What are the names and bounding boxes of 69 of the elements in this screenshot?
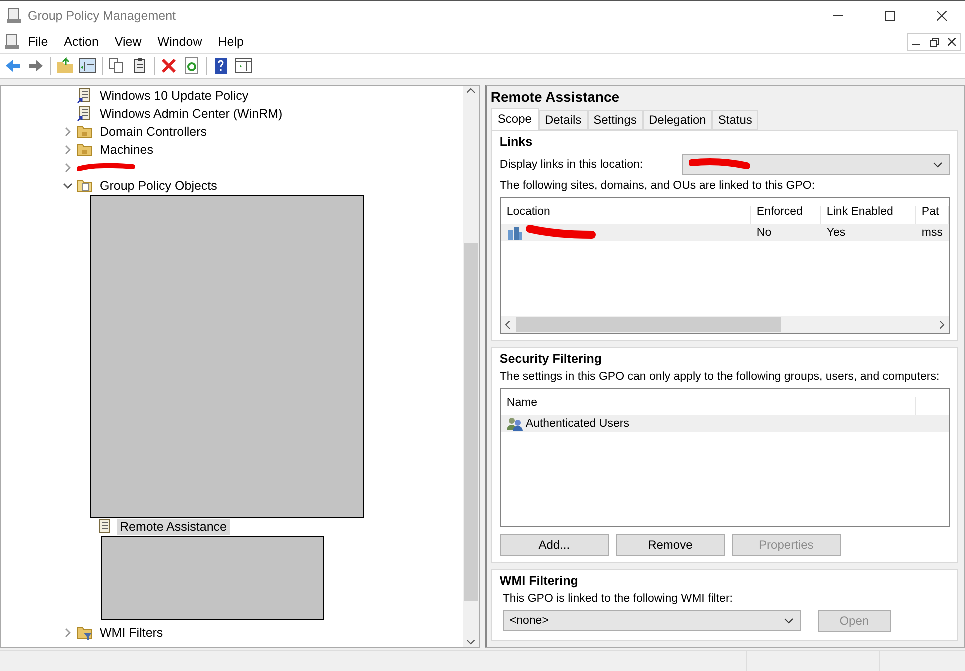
tab[interactable]: Details bbox=[538, 110, 588, 130]
wmi-filter-dropdown[interactable]: <none> bbox=[502, 610, 801, 631]
action-pane-icon[interactable] bbox=[235, 57, 253, 75]
vertical-scrollbar[interactable] bbox=[462, 86, 479, 647]
maximize-icon bbox=[885, 11, 895, 21]
section-heading: Security Filtering bbox=[500, 352, 604, 366]
close-icon bbox=[948, 38, 956, 46]
description-text: The settings in this GPO can only apply to the following groups, users, and computers: bbox=[500, 371, 941, 383]
tab[interactable]: Delegation bbox=[642, 110, 712, 130]
folder-icon bbox=[77, 142, 93, 158]
app-icon bbox=[4, 34, 20, 50]
action-button[interactable]: Add... bbox=[500, 534, 609, 556]
dropdown-caret-icon bbox=[784, 618, 794, 624]
window-title: Group Policy Management bbox=[28, 9, 177, 23]
forward-arrow-icon[interactable] bbox=[27, 57, 45, 75]
section-heading: Links bbox=[500, 135, 534, 149]
app-icon bbox=[6, 8, 22, 24]
scroll-document-icon bbox=[77, 106, 93, 122]
tree-item[interactable]: Domain Controllers bbox=[97, 124, 210, 140]
folder-icon bbox=[77, 124, 93, 140]
table-cell-text: No bbox=[756, 226, 773, 238]
menu-item[interactable]: Action bbox=[56, 35, 107, 49]
tab[interactable]: Scope bbox=[490, 108, 539, 130]
action-button[interactable]: Remove bbox=[616, 534, 725, 556]
description-text: This GPO is linked to the following WMI filter: bbox=[502, 593, 734, 605]
delete-x-icon[interactable] bbox=[160, 57, 178, 75]
section-heading: WMI Filtering bbox=[500, 574, 580, 588]
redaction-scribble bbox=[77, 163, 135, 173]
restore-icon bbox=[930, 38, 938, 46]
scroll-up-icon[interactable] bbox=[466, 88, 475, 93]
menu-item[interactable]: File bbox=[20, 35, 56, 49]
tree-item[interactable]: Machines bbox=[97, 142, 156, 158]
tree-item[interactable]: WMI Filters bbox=[97, 625, 166, 641]
help-icon[interactable] bbox=[212, 57, 230, 75]
horizontal-scrollbar[interactable] bbox=[500, 316, 949, 333]
scroll-right-icon[interactable] bbox=[940, 320, 945, 328]
tree-item[interactable]: Remote Assistance bbox=[117, 519, 230, 535]
redaction-scribble bbox=[688, 158, 751, 172]
tree-item[interactable]: Windows 10 Update Policy bbox=[97, 88, 252, 104]
folder-up-icon[interactable] bbox=[56, 57, 74, 75]
table-cell-text: mss bbox=[920, 226, 944, 238]
menu-item[interactable]: Help bbox=[210, 35, 252, 49]
scroll-document-icon bbox=[77, 88, 93, 104]
dropdown-caret-icon bbox=[933, 162, 943, 168]
back-arrow-icon[interactable] bbox=[4, 57, 22, 75]
field-label: Display links in this location: bbox=[500, 158, 644, 170]
console-tree-icon[interactable] bbox=[79, 57, 97, 75]
refresh-icon[interactable] bbox=[183, 57, 201, 75]
folder-filter-icon bbox=[77, 625, 93, 641]
table-cell-text: Yes bbox=[826, 226, 847, 238]
close-icon bbox=[937, 11, 947, 21]
copy-icon[interactable] bbox=[108, 57, 126, 75]
tree-item[interactable]: Group Policy Objects bbox=[97, 178, 220, 194]
gpo-title: Remote Assistance bbox=[490, 89, 621, 105]
minimize-icon bbox=[912, 44, 920, 46]
redaction-scribble bbox=[526, 224, 596, 240]
tab[interactable]: Status bbox=[712, 110, 758, 130]
scroll-left-icon[interactable] bbox=[504, 320, 510, 328]
folder-icon bbox=[77, 178, 93, 194]
menu-item[interactable]: View bbox=[106, 35, 150, 49]
menu-item[interactable]: Window bbox=[150, 35, 210, 49]
tree-item[interactable]: Windows Admin Center (WinRM) bbox=[97, 106, 286, 122]
scroll-document-icon bbox=[97, 519, 113, 535]
location-dropdown[interactable] bbox=[682, 154, 950, 175]
tab[interactable]: Settings bbox=[588, 110, 643, 130]
domain-building-icon bbox=[506, 226, 523, 240]
scroll-down-icon[interactable] bbox=[466, 640, 475, 645]
users-icon bbox=[506, 416, 523, 430]
description-text: The following sites, domains, and OUs are linked to this GPO: bbox=[500, 180, 816, 192]
